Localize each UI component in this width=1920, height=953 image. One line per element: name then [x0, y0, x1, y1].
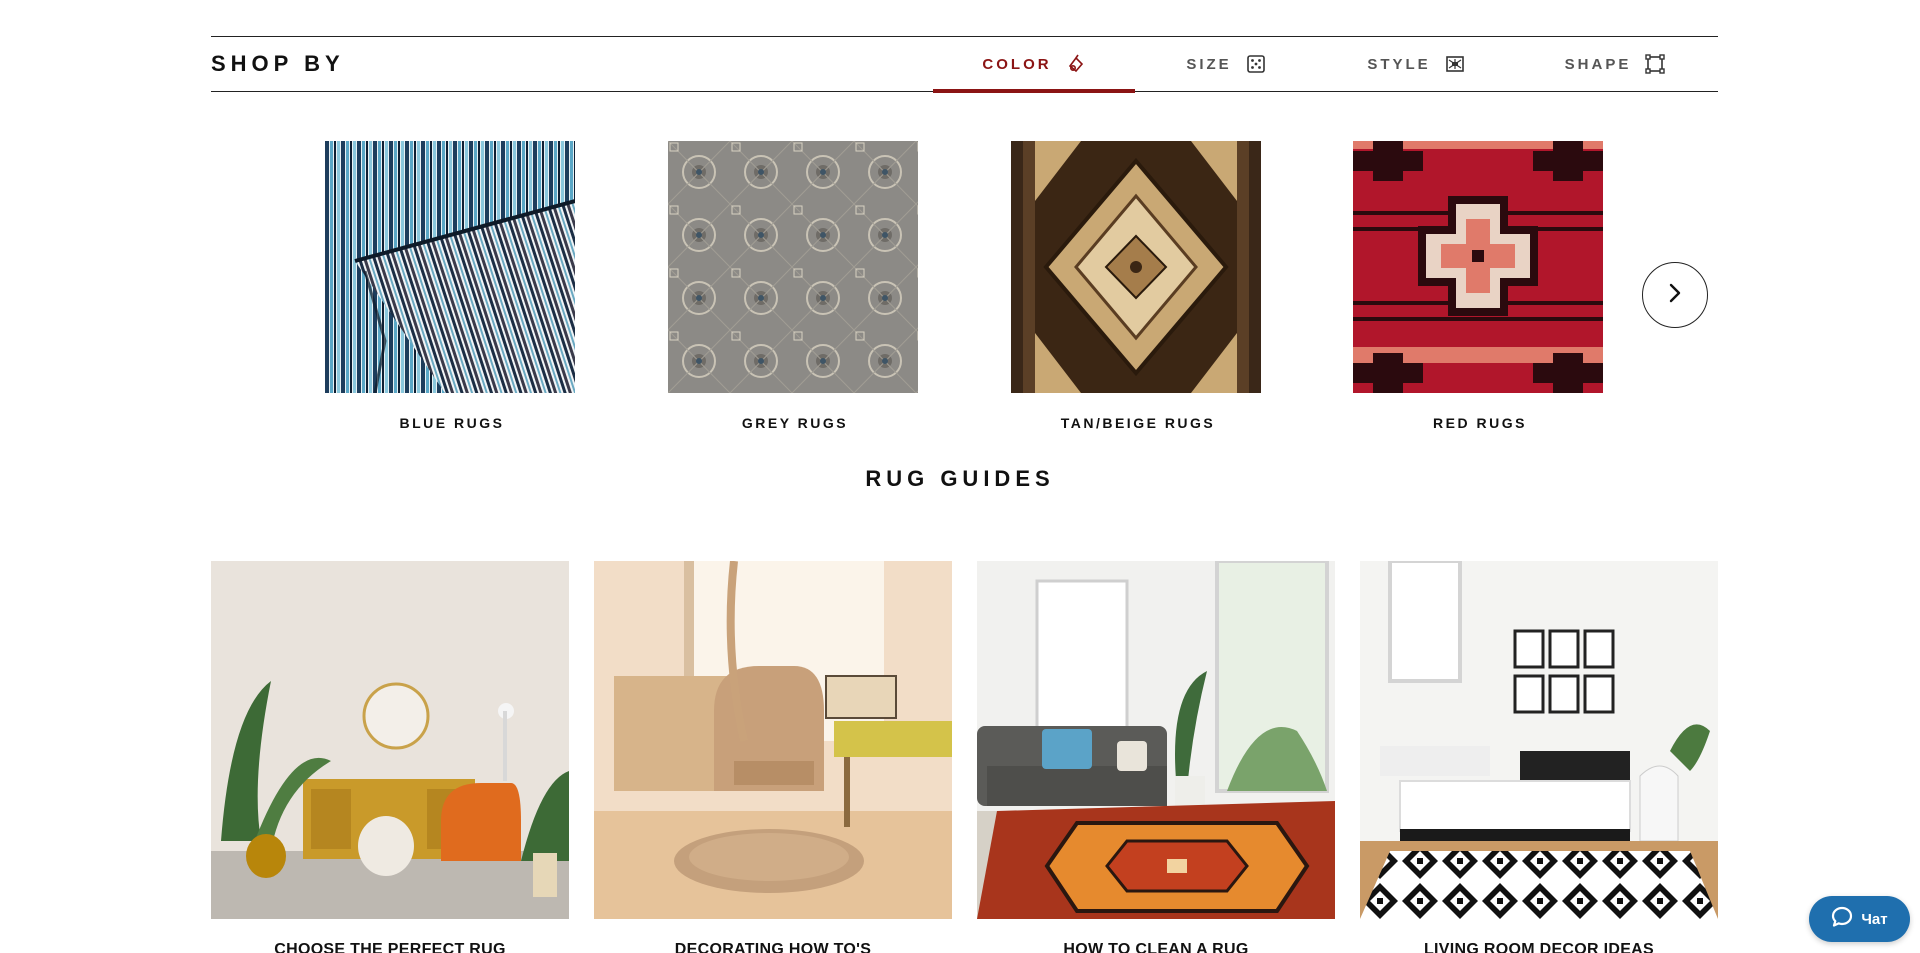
- shape-square-icon: [1645, 54, 1666, 74]
- guide-label[interactable]: HOW TO CLEAN A RUG: [957, 941, 1355, 953]
- guide-label[interactable]: CHOOSE THE PERFECT RUG: [191, 941, 589, 953]
- category-label[interactable]: RED RUGS: [1353, 415, 1607, 431]
- category-label[interactable]: GREY RUGS: [668, 415, 922, 431]
- guide-image-sofa-persian-rug[interactable]: [977, 561, 1335, 919]
- category-card-tan-beige[interactable]: TAN/BEIGE RUGS: [1011, 141, 1263, 431]
- chat-button[interactable]: Чат: [1809, 896, 1910, 942]
- tab-style[interactable]: STYLE: [1326, 37, 1506, 91]
- shop-by-bar: SHOP BY COLOR SIZE STYLE SHAPE: [211, 36, 1718, 93]
- red-rug-image[interactable]: [1353, 141, 1603, 393]
- grey-rug-image[interactable]: [668, 141, 918, 393]
- tab-color-label: COLOR: [982, 55, 1052, 73]
- chat-bubble-icon: [1831, 906, 1853, 933]
- category-card-red[interactable]: RED RUGS: [1353, 141, 1605, 431]
- category-label[interactable]: TAN/BEIGE RUGS: [1011, 415, 1265, 431]
- guide-card-decorating[interactable]: DECORATING HOW TO'S: [594, 561, 952, 953]
- guide-image-bedroom-geometric-rug[interactable]: [1360, 561, 1718, 919]
- tab-style-label: STYLE: [1367, 55, 1431, 73]
- shop-by-title: SHOP BY: [211, 51, 345, 76]
- chevron-right-icon: [1666, 282, 1684, 309]
- tan-beige-rug-image[interactable]: [1011, 141, 1261, 393]
- style-pattern-icon: [1445, 54, 1465, 74]
- guide-card-choose-rug[interactable]: CHOOSE THE PERFECT RUG: [211, 561, 569, 953]
- category-label[interactable]: BLUE RUGS: [325, 415, 579, 431]
- carousel-next-button[interactable]: [1642, 262, 1708, 328]
- color-palette-icon: [1066, 54, 1086, 74]
- tab-shape[interactable]: SHAPE: [1525, 37, 1705, 91]
- tab-color[interactable]: COLOR: [933, 37, 1135, 93]
- guide-label[interactable]: LIVING ROOM DECOR IDEAS: [1340, 941, 1738, 953]
- size-dice-icon: [1246, 54, 1266, 74]
- guide-card-clean-rug[interactable]: HOW TO CLEAN A RUG: [977, 561, 1335, 953]
- guide-card-living-room-decor[interactable]: LIVING ROOM DECOR IDEAS: [1360, 561, 1718, 953]
- guide-image-living-room-orange-chair[interactable]: [211, 561, 569, 919]
- guide-label[interactable]: DECORATING HOW TO'S: [574, 941, 972, 953]
- category-card-grey[interactable]: GREY RUGS: [668, 141, 920, 431]
- chat-label: Чат: [1861, 910, 1888, 928]
- guide-image-armchair-fur-rug[interactable]: [594, 561, 952, 919]
- rug-guides-title: RUG GUIDES: [865, 466, 1055, 491]
- tab-size-label: SIZE: [1186, 55, 1232, 73]
- blue-rug-image[interactable]: [325, 141, 575, 393]
- category-card-blue[interactable]: BLUE RUGS: [325, 141, 577, 431]
- tab-size[interactable]: SIZE: [1151, 37, 1301, 91]
- tab-shape-label: SHAPE: [1564, 55, 1632, 73]
